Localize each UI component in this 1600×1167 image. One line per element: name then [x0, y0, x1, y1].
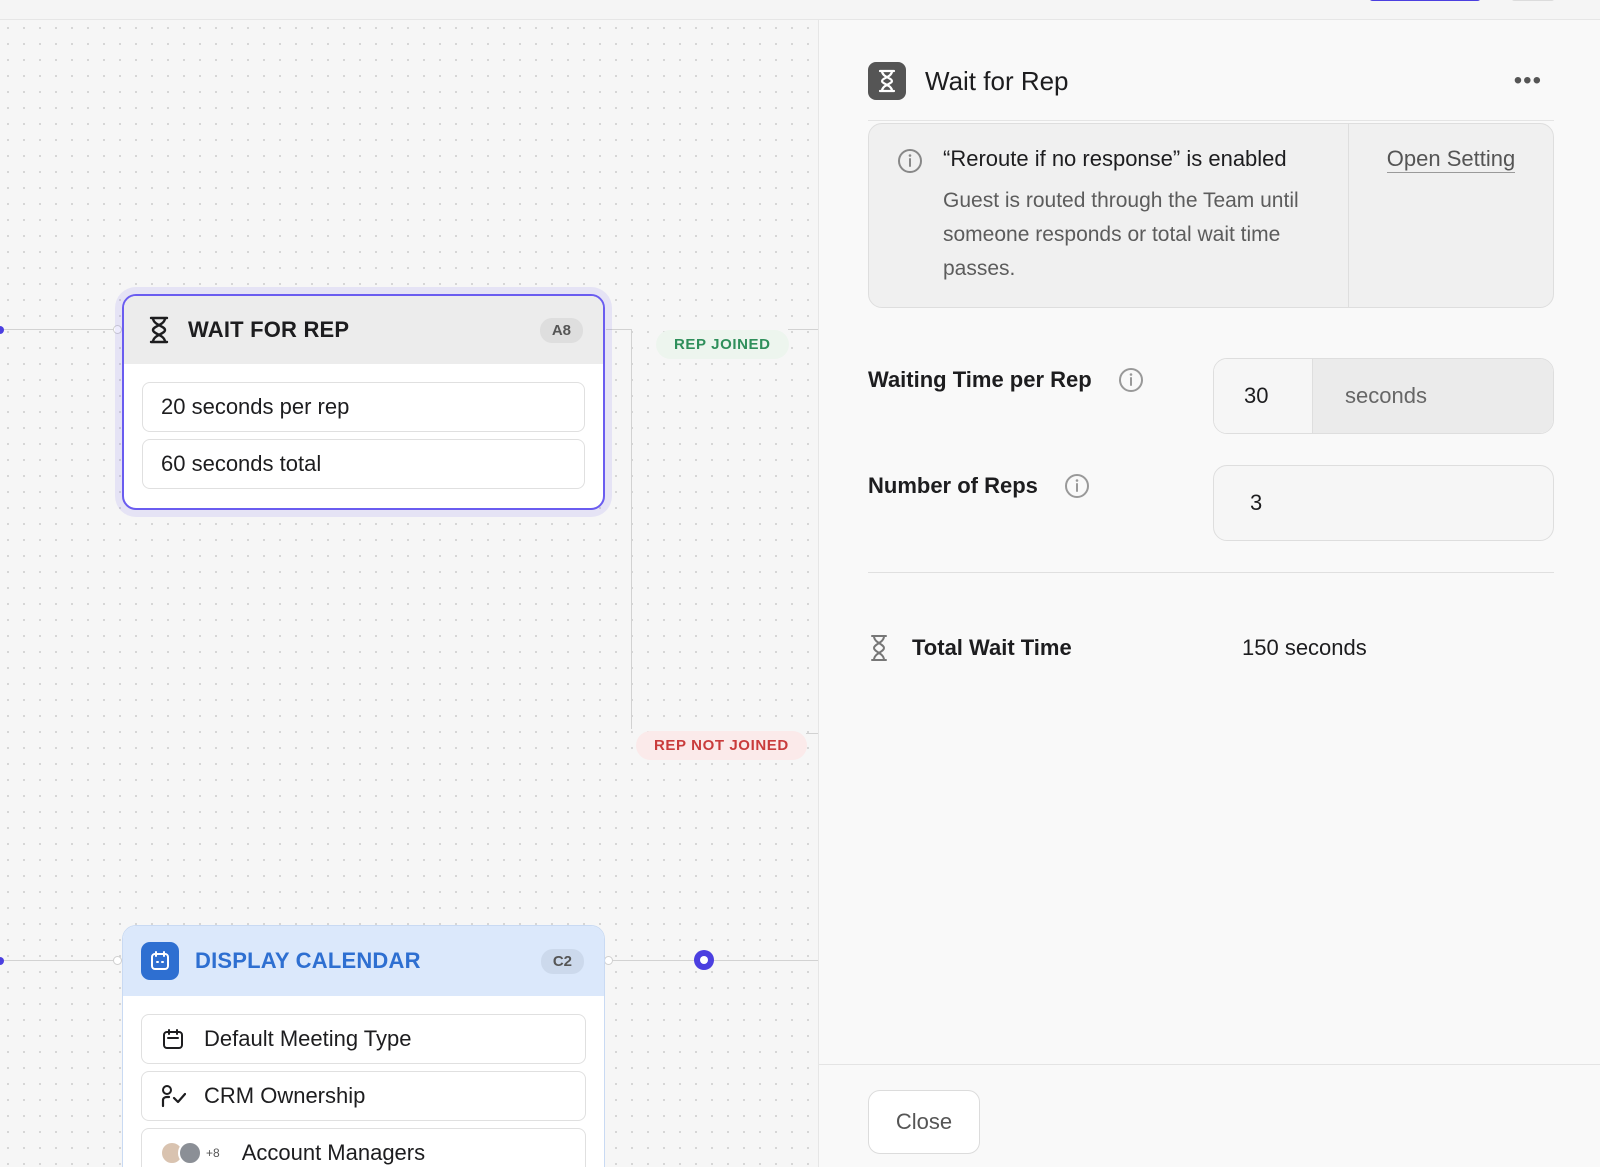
info-icon[interactable] [1064, 473, 1090, 499]
hourglass-icon [868, 62, 906, 100]
waiting-time-unit: seconds [1313, 359, 1553, 433]
panel-header: Wait for Rep ••• [868, 52, 1554, 110]
waiting-time-input[interactable]: 30 [1214, 359, 1313, 433]
port-left-edge-wait [0, 326, 4, 334]
waiting-time-label: Waiting Time per Rep [868, 367, 1092, 392]
port-left-edge-calendar [0, 957, 4, 965]
reps-label: Number of Reps [868, 473, 1038, 498]
header-divider [868, 120, 1554, 121]
edge-label-rep-joined[interactable]: REP JOINED [656, 330, 789, 359]
info-icon [897, 148, 923, 307]
hourglass-icon [868, 634, 894, 662]
wait-node-row-total: 60 seconds total [142, 439, 585, 489]
top-secondary-button[interactable] [1511, 0, 1555, 1]
avatar [178, 1141, 202, 1165]
person-check-icon [160, 1083, 186, 1109]
wait-node-badge: A8 [539, 317, 583, 343]
settings-panel: Wait for Rep ••• “Reroute if no response… [818, 20, 1600, 1167]
avatar-more-count: +8 [206, 1146, 220, 1160]
more-options-button[interactable]: ••• [1502, 67, 1554, 95]
display-calendar-node[interactable]: DISPLAY CALENDAR C2 Default Meeting Type… [122, 925, 605, 1167]
top-bar [0, 0, 1600, 20]
wire-in-calendar [0, 960, 118, 961]
total-wait-value: 150 seconds [1242, 635, 1367, 660]
section-divider [868, 572, 1554, 573]
port-in-calendar[interactable] [113, 956, 122, 965]
footer-divider [819, 1064, 1600, 1065]
wire-in-wait [0, 329, 118, 330]
edge-label-rep-not-joined[interactable]: REP NOT JOINED [636, 731, 807, 760]
reroute-notice: “Reroute if no response” is enabled Gues… [868, 123, 1554, 308]
wire-branch-vertical [631, 329, 632, 729]
avatar-group: +8 [160, 1141, 220, 1165]
notice-title: “Reroute if no response” is enabled [943, 146, 1287, 171]
calendar-node-badge: C2 [540, 948, 584, 974]
wait-for-rep-node[interactable]: WAIT FOR REP A8 20 seconds per rep 60 se… [122, 294, 605, 510]
account-managers-label: Account Managers [241, 1140, 426, 1165]
port-in-wait[interactable] [113, 325, 122, 334]
hourglass-icon [148, 316, 170, 344]
close-button[interactable]: Close [868, 1090, 980, 1154]
calendar-icon [141, 942, 179, 980]
calendar-row-crm: CRM Ownership [141, 1071, 586, 1121]
calendar-row-managers: +8 Account Managers [141, 1128, 586, 1167]
notice-description: Guest is routed through the Team until s… [943, 189, 1299, 280]
calendar-row-meeting-type: Default Meeting Type [141, 1014, 586, 1064]
reps-input[interactable]: 3 [1213, 465, 1554, 541]
top-primary-button[interactable] [1369, 0, 1481, 1]
open-setting-link[interactable]: Open Setting [1386, 146, 1516, 173]
port-out-calendar[interactable] [604, 956, 613, 965]
connector-dot[interactable] [694, 950, 714, 970]
info-icon[interactable] [1118, 367, 1144, 393]
total-wait-label: Total Wait Time [912, 635, 1072, 660]
wait-node-header: WAIT FOR REP A8 [124, 296, 603, 364]
wait-node-title: WAIT FOR REP [188, 317, 350, 342]
calendar-outline-icon [160, 1026, 186, 1052]
workflow-canvas[interactable]: WAIT FOR REP A8 20 seconds per rep 60 se… [0, 20, 818, 1167]
meeting-type-label: Default Meeting Type [204, 1026, 412, 1051]
panel-title: Wait for Rep [925, 65, 1069, 96]
wire-not-joined [806, 733, 818, 734]
calendar-node-header: DISPLAY CALENDAR C2 [123, 926, 604, 996]
crm-ownership-label: CRM Ownership [204, 1083, 366, 1108]
wire-joined [788, 329, 818, 330]
total-wait-row: Total Wait Time 150 seconds [868, 628, 1554, 668]
waiting-time-field: Waiting Time per Rep [868, 367, 1144, 393]
calendar-node-title: DISPLAY CALENDAR [195, 948, 421, 973]
wire-out-wait [606, 329, 632, 330]
wait-node-row-per-rep: 20 seconds per rep [142, 382, 585, 432]
reps-field: Number of Reps [868, 473, 1090, 499]
waiting-time-input-group: 30 seconds [1213, 358, 1554, 434]
